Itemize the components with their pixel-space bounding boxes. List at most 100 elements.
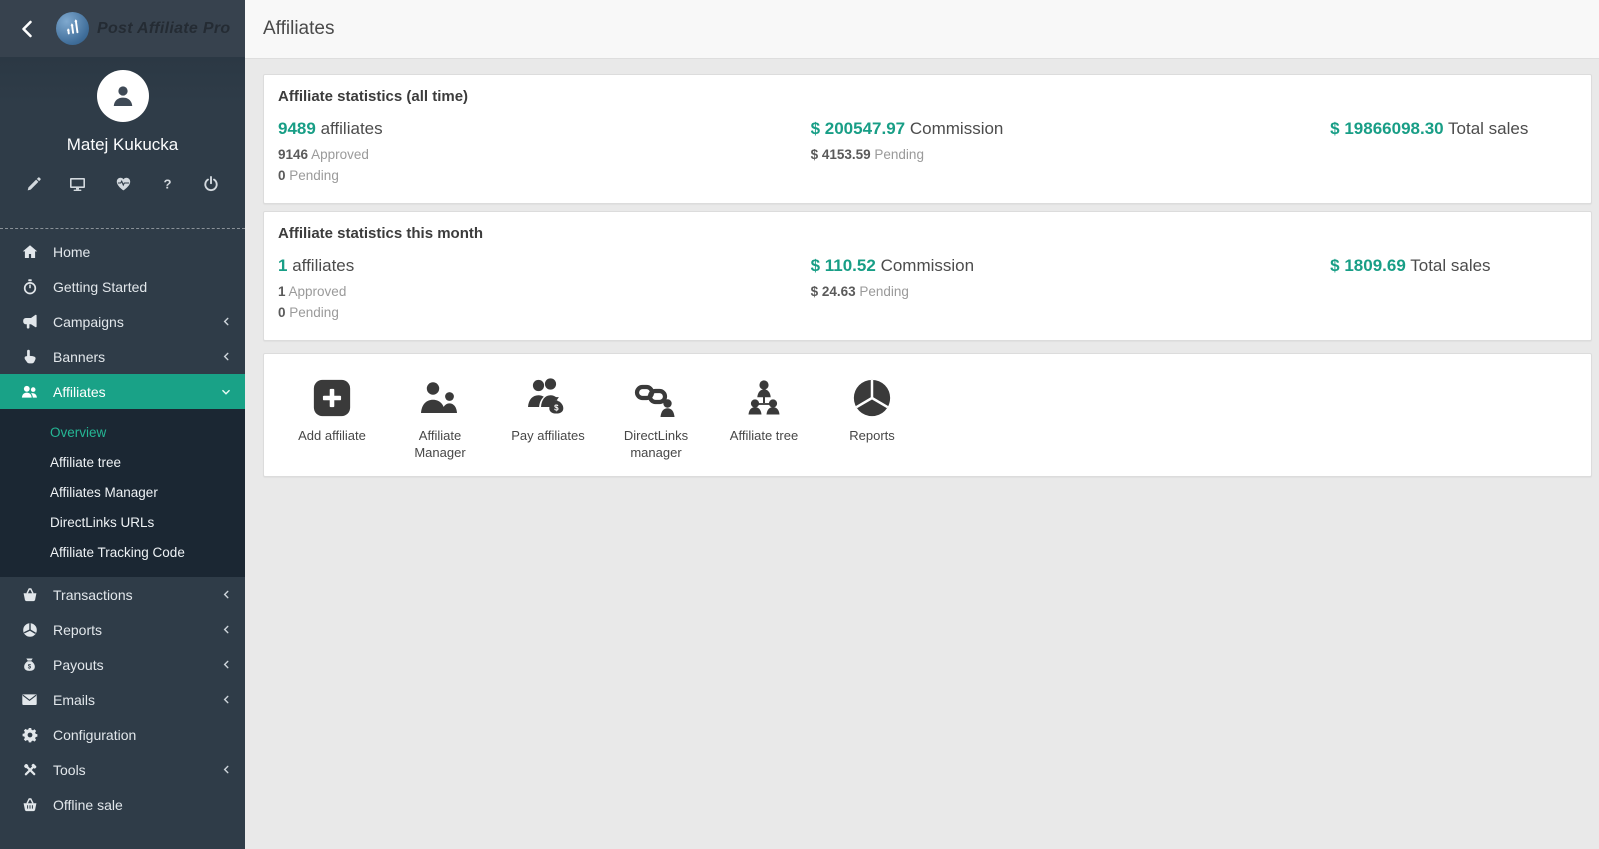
commission-stat: $ 200547.97 Commission $ 4153.59 Pending	[811, 119, 1331, 186]
commission-label: Commission	[909, 119, 1004, 138]
sidebar-item-banners[interactable]: Banners	[0, 339, 245, 374]
pending-count: 0	[278, 168, 286, 183]
svg-text:?: ?	[163, 177, 171, 192]
submenu-item-affiliate-tree[interactable]: Affiliate tree	[0, 448, 245, 478]
brand-logo[interactable]: Post Affiliate Pro	[56, 12, 230, 45]
shortcuts-card: Add affiliate Affiliate Manager $ Pay af…	[263, 353, 1592, 477]
pending-commission-amount: $ 24.63	[810, 284, 856, 299]
submenu-item-affiliates-manager[interactable]: Affiliates Manager	[0, 478, 245, 508]
directlinks-manager-button[interactable]: DirectLinks manager	[602, 373, 710, 461]
sidebar-item-label: Tools	[53, 761, 86, 778]
sidebar-item-reports[interactable]: Reports	[0, 612, 245, 647]
back-icon[interactable]	[0, 19, 56, 39]
pending-count: 0	[278, 305, 286, 320]
gear-icon	[21, 726, 38, 743]
shortcut-label: Pay affiliates	[511, 428, 585, 443]
users-icon	[21, 383, 38, 400]
sidebar-item-label: Reports	[53, 621, 103, 638]
heartbeat-icon[interactable]	[115, 176, 132, 192]
sidebar-item-getting-started[interactable]: Getting Started	[0, 269, 245, 304]
total-sales-stat: $ 1809.69 Total sales	[1330, 256, 1577, 323]
sidebar-item-label: Campaigns	[53, 313, 124, 330]
directlinks-manager-icon	[634, 373, 678, 419]
help-icon[interactable]: ?	[160, 176, 175, 192]
sidebar-item-offline-sale[interactable]: Offline sale	[0, 787, 245, 822]
avatar[interactable]	[96, 70, 149, 122]
affiliate-manager-icon	[418, 373, 462, 419]
reports-icon	[851, 373, 893, 419]
submenu-item-affiliate-tracking-code[interactable]: Affiliate Tracking Code	[0, 538, 245, 568]
sidebar-item-configuration[interactable]: Configuration	[0, 717, 245, 752]
chevron-left-icon	[221, 764, 231, 775]
main-area: Affiliates Affiliate statistics (all tim…	[245, 0, 1599, 849]
sidebar-item-label: Banners	[53, 348, 106, 365]
pending-commission-label: Pending	[874, 147, 924, 162]
add-affiliate-button[interactable]: Add affiliate	[278, 373, 386, 461]
sidebar-item-affiliates[interactable]: Affiliates	[0, 374, 245, 409]
card-title: Affiliate statistics (all time)	[278, 88, 469, 105]
sidebar-item-tools[interactable]: Tools	[0, 752, 245, 787]
sidebar-header: Post Affiliate Pro	[0, 0, 245, 57]
stats-card-this-month: Affiliate statistics this month 1 affili…	[263, 211, 1592, 341]
sidebar-item-label: Getting Started	[53, 278, 148, 295]
affiliate-tree-button[interactable]: Affiliate tree	[710, 373, 818, 461]
money-bag-icon: $	[21, 656, 38, 673]
sidebar-item-emails[interactable]: Emails	[0, 682, 245, 717]
pending-label: Pending	[289, 305, 339, 320]
submenu-item-overview[interactable]: Overview	[0, 418, 245, 448]
affiliates-stat: 9489 affiliates 9146 Approved 0 Pending	[278, 119, 811, 186]
affiliate-manager-button[interactable]: Affiliate Manager	[386, 373, 494, 461]
chevron-left-icon	[221, 659, 231, 670]
commission-amount: $ 200547.97	[810, 119, 906, 138]
affiliates-count: 1	[278, 256, 288, 275]
submenu-item-directlinks-urls[interactable]: DirectLinks URLs	[0, 508, 245, 538]
commission-amount: $ 110.52	[810, 256, 876, 275]
page-header: Affiliates	[245, 0, 1599, 59]
pay-affiliates-icon: $	[526, 373, 570, 419]
chevron-left-icon	[221, 316, 231, 327]
cart-icon	[21, 796, 38, 813]
commission-label: Commission	[880, 256, 975, 275]
total-sales-amount: $ 1809.69	[1330, 256, 1406, 275]
sidebar-item-payouts[interactable]: $ Payouts	[0, 647, 245, 682]
sidebar-item-label: Configuration	[53, 726, 137, 743]
shortcut-label: Reports	[849, 428, 895, 443]
approved-label: Approved	[311, 147, 369, 162]
sidebar-item-label: Home	[53, 243, 91, 260]
basket-icon	[21, 586, 38, 603]
reports-button[interactable]: Reports	[818, 373, 926, 461]
envelope-icon	[21, 691, 38, 708]
card-title: Affiliate statistics this month	[278, 225, 484, 242]
sidebar-item-label: Emails	[53, 691, 96, 708]
sidebar-item-label: Offline sale	[53, 796, 123, 813]
sidebar-item-campaigns[interactable]: Campaigns	[0, 304, 245, 339]
approved-label: Approved	[288, 284, 347, 299]
total-sales-stat: $ 19866098.30 Total sales	[1330, 119, 1577, 186]
power-icon[interactable]	[203, 176, 219, 192]
affiliates-stat: 1 affiliates 1 Approved 0 Pending	[278, 256, 811, 323]
profile-block: Matej Kukucka ?	[0, 57, 245, 229]
brand-name: Post Affiliate Pro	[97, 19, 231, 37]
commission-stat: $ 110.52 Commission $ 24.63 Pending	[811, 256, 1331, 323]
page-title: Affiliates	[263, 18, 335, 39]
pencil-icon[interactable]	[26, 176, 41, 192]
stopwatch-icon	[21, 278, 38, 295]
pay-affiliates-button[interactable]: $ Pay affiliates	[494, 373, 602, 461]
sidebar-item-label: Transactions	[53, 586, 133, 603]
sidebar-item-label: Affiliates	[53, 383, 106, 400]
approved-count: 1	[278, 284, 286, 299]
affiliates-count: 9489	[278, 119, 316, 138]
user-name: Matej Kukucka	[66, 135, 179, 154]
shortcut-label: Add affiliate	[298, 428, 366, 443]
shortcut-label: Affiliate Manager	[414, 428, 466, 460]
megaphone-icon	[21, 313, 38, 330]
approved-count: 9146	[278, 147, 309, 162]
chevron-left-icon	[221, 589, 231, 600]
monitor-icon[interactable]	[69, 176, 86, 192]
sidebar-item-home[interactable]: Home	[0, 234, 245, 269]
hand-pointer-icon	[21, 348, 38, 365]
post-affiliate-pro-logo-icon	[56, 12, 89, 45]
stats-card-all-time: Affiliate statistics (all time) 9489 aff…	[263, 74, 1592, 204]
pending-label: Pending	[289, 168, 339, 183]
sidebar-item-transactions[interactable]: Transactions	[0, 577, 245, 612]
